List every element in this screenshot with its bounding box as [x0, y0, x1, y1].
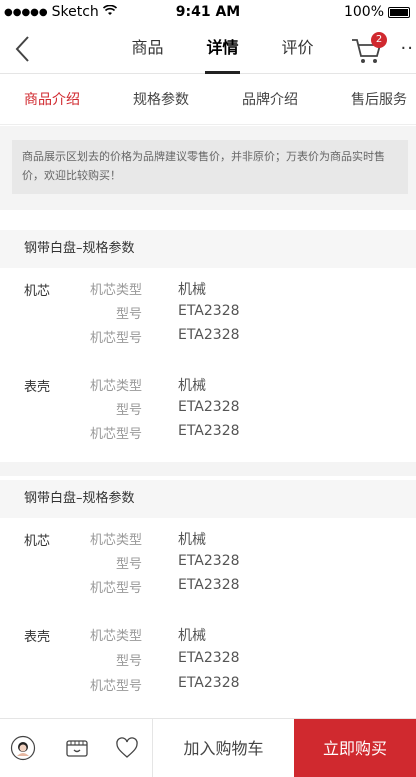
add-to-cart-button[interactable]: 加入购物车 [152, 719, 294, 777]
spec-key: 机芯型号 [89, 581, 142, 596]
spec-value: 机械 [178, 532, 206, 548]
spec-key: 机芯型号 [89, 331, 142, 346]
spec-value: ETA2328 [178, 423, 240, 439]
spec-value: ETA2328 [178, 303, 240, 319]
spec-row: 机芯型号 ETA2328 [0, 423, 416, 447]
shop-icon[interactable] [64, 735, 90, 761]
spec-row: 机芯类型 机械 [0, 279, 416, 303]
spec-value: 机械 [178, 628, 206, 644]
subtab-after-sales[interactable]: 售后服务 [351, 75, 407, 124]
spec-value: ETA2328 [178, 675, 240, 691]
bottom-action-bar: 加入购物车 立即购买 [0, 718, 416, 777]
spec-value: ETA2328 [178, 399, 240, 415]
spec-row: 机芯型号 ETA2328 [0, 327, 416, 351]
status-bar: ●●●●● Sketch 9:41 AM 100% [0, 0, 416, 24]
spec-key: 机芯类型 [89, 629, 142, 644]
tab-reviews[interactable]: 评价 [260, 24, 335, 74]
subtab-specs[interactable]: 规格参数 [133, 75, 189, 124]
heart-icon[interactable] [114, 735, 140, 761]
spec-value: ETA2328 [178, 327, 240, 343]
spec-row: 型号 ETA2328 [0, 650, 416, 674]
subtab-brand[interactable]: 品牌介绍 [242, 75, 298, 124]
spec-value: ETA2328 [178, 650, 240, 666]
more-icon[interactable]: ·· [401, 38, 414, 59]
spec-key: 机芯类型 [89, 379, 142, 394]
spec-key: 型号 [115, 403, 142, 418]
subtab-product-intro[interactable]: 商品介绍 [24, 75, 80, 124]
spec-row: 机芯型号 ETA2328 [0, 577, 416, 601]
spec-key: 型号 [115, 654, 142, 669]
nav-tabs: 商品 详情 评价 [110, 24, 335, 74]
spec-value: 机械 [178, 282, 206, 298]
section-divider [0, 462, 416, 476]
customer-service-icon[interactable] [10, 735, 36, 761]
spec-row: 机芯类型 机械 [0, 529, 416, 553]
spec-row: 型号 ETA2328 [0, 399, 416, 423]
battery-icon [388, 6, 410, 18]
spec-row: 型号 ETA2328 [0, 303, 416, 327]
spec-section-title: 钢带白盘–规格参数 [0, 480, 416, 518]
cart-badge: 2 [371, 32, 387, 48]
spec-value: ETA2328 [178, 577, 240, 593]
tab-goods[interactable]: 商品 [110, 24, 185, 74]
spec-key: 型号 [115, 557, 142, 572]
spec-row: 机芯型号 ETA2328 [0, 675, 416, 699]
notice-area: 商品展示区划去的价格为品牌建议零售价，并非原价；万表价为商品实时售价，欢迎比较购… [0, 126, 416, 210]
spec-key: 机芯型号 [89, 427, 142, 442]
spec-key: 机芯类型 [89, 283, 142, 298]
buy-now-button[interactable]: 立即购买 [294, 719, 416, 777]
tab-details[interactable]: 详情 [185, 24, 260, 74]
price-notice: 商品展示区划去的价格为品牌建议零售价，并非原价；万表价为商品实时售价，欢迎比较购… [12, 140, 408, 194]
battery-percent: 100% [343, 4, 384, 20]
spec-key: 机芯型号 [89, 679, 142, 694]
spec-row: 型号 ETA2328 [0, 553, 416, 577]
spec-value: 机械 [178, 378, 206, 394]
spec-row: 机芯类型 机械 [0, 625, 416, 649]
back-icon[interactable] [10, 34, 34, 64]
spec-key: 机芯类型 [89, 533, 142, 548]
detail-subtabs: 商品介绍 规格参数 品牌介绍 售后服务 [0, 75, 416, 125]
spec-row: 机芯类型 机械 [0, 375, 416, 399]
nav-bar: 商品 详情 评价 2 ·· [0, 24, 416, 74]
spec-value: ETA2328 [178, 553, 240, 569]
spec-key: 型号 [115, 307, 142, 322]
spec-section-title: 钢带白盘–规格参数 [0, 230, 416, 268]
